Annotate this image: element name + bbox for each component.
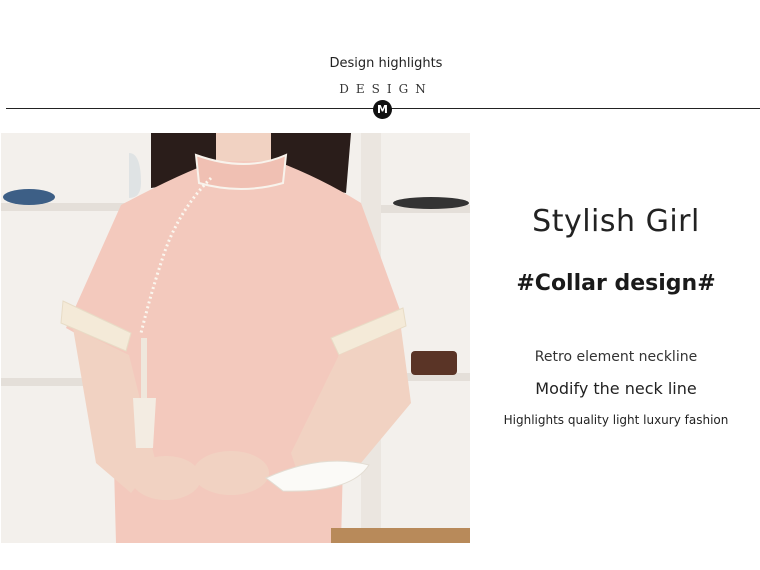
product-photo [1, 133, 470, 543]
feature-line-1: Retro element neckline [534, 349, 698, 365]
feature-line-3: Highlights quality light luxury fashion [503, 413, 729, 427]
feature-tag: #Collar design# [516, 271, 716, 296]
section-subtitle: DESIGN [339, 82, 433, 96]
section-badge: M [373, 100, 392, 119]
product-headline: Stylish Girl [532, 204, 700, 239]
section-title: Design highlights [329, 56, 443, 71]
feature-line-2: Modify the neck line [535, 379, 697, 398]
